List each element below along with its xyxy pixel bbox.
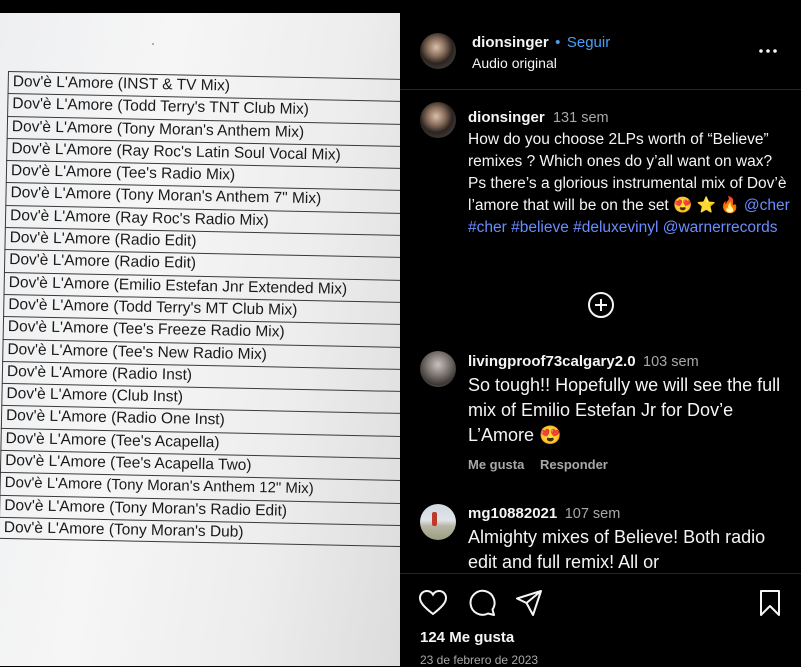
heart-icon[interactable]	[418, 589, 448, 617]
header-user-line: dionsinger • Seguir	[472, 34, 610, 52]
audio-label[interactable]: Audio original	[472, 55, 557, 71]
caption-avatar[interactable]	[420, 102, 456, 138]
tracklist-sheet: Dov'è L'Amore (INST & TV Mix) Dov'è L'Am…	[0, 13, 400, 666]
caption-username[interactable]: dionsinger	[468, 109, 545, 126]
comment-item: livingproof73calgary2.0 103 sem So tough…	[468, 353, 793, 472]
separator-dot: •	[555, 34, 561, 51]
follow-button[interactable]: Seguir	[567, 34, 610, 51]
caption-emojis: 😍 ⭐ 🔥	[673, 197, 740, 214]
share-icon[interactable]	[514, 589, 544, 617]
post-side-panel: dionsinger • Seguir Audio original dions…	[400, 13, 801, 667]
comment-avatar[interactable]	[420, 351, 456, 387]
comment-text: So tough!! Hopefully we will see the ful…	[468, 375, 781, 445]
comment-time[interactable]: 107 sem	[565, 506, 621, 522]
comment-avatar[interactable]	[420, 504, 456, 540]
plus-circle-icon[interactable]	[587, 291, 615, 319]
footer-divider	[400, 573, 801, 574]
comment-actions: Me gusta Responder	[468, 457, 793, 472]
post-caption: dionsinger 131 sem How do you choose 2LP…	[468, 107, 793, 239]
more-horizontal-icon[interactable]	[757, 41, 779, 61]
post-date[interactable]: 23 de febrero de 2023	[420, 653, 538, 667]
comment-time[interactable]: 103 sem	[643, 354, 699, 370]
likes-count[interactable]: 124 Me gusta	[420, 629, 514, 646]
comment-like-button[interactable]: Me gusta	[468, 457, 524, 472]
tracklist-table: Dov'è L'Amore (INST & TV Mix) Dov'è L'Am…	[0, 71, 400, 548]
header-username[interactable]: dionsinger	[472, 34, 549, 51]
bookmark-icon[interactable]	[757, 589, 783, 617]
comment-item: mg10882021 107 sem Almighty mixes of Bel…	[468, 505, 793, 573]
top-bar	[0, 0, 801, 13]
comment-reply-button[interactable]: Responder	[540, 457, 608, 472]
comment-icon[interactable]	[467, 589, 497, 617]
comment-username[interactable]: mg10882021	[468, 505, 557, 522]
post-header: dionsinger • Seguir Audio original	[400, 13, 801, 90]
post-photo[interactable]: Dov'è L'Amore (INST & TV Mix) Dov'è L'Am…	[0, 13, 400, 666]
avatar[interactable]	[420, 33, 456, 69]
comment-username[interactable]: livingproof73calgary2.0	[468, 353, 636, 370]
comment-text: Almighty mixes of Believe! Both radio ed…	[468, 527, 766, 572]
caption-time[interactable]: 131 sem	[553, 110, 609, 126]
